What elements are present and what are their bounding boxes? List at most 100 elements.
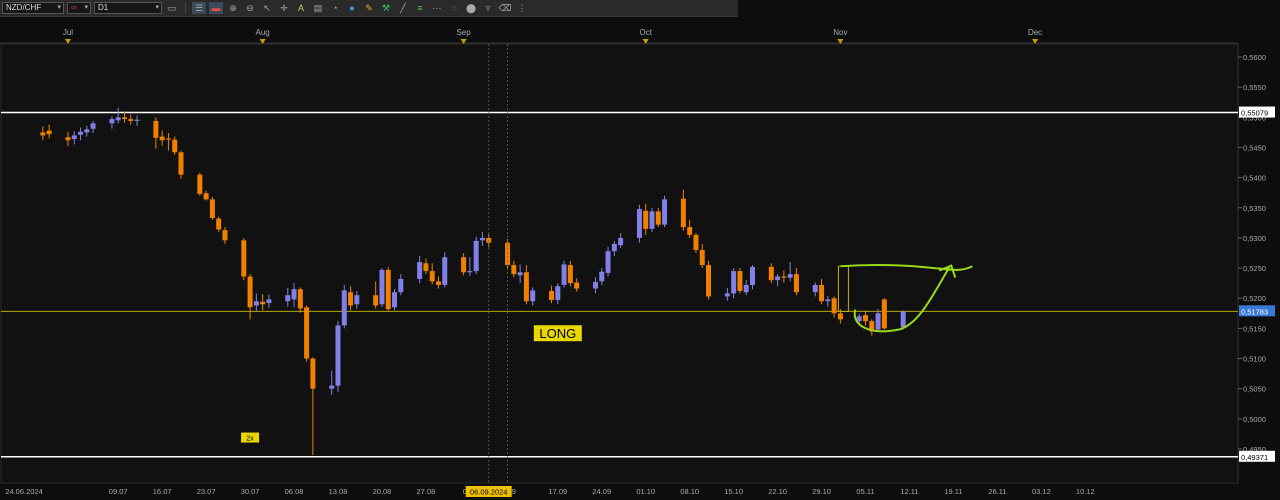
timeframe-select[interactable]: D1 ▾	[94, 2, 162, 14]
toolbar: NZD/CHF ▾ ∞ ▾ D1 ▾ ▭ ☰ ▬ ⊕ ⊖ ↖ ✛ A ▤ ◔ ● ✎ …	[0, 0, 738, 17]
date-tick-label: 15.10	[724, 487, 743, 496]
price-chart[interactable]: 0,56000,55500,55000,54500,54000,53500,53…	[0, 0, 1280, 500]
overflow-icon[interactable]: ⋮	[515, 2, 529, 14]
candle-body	[90, 123, 96, 129]
candle-body	[592, 281, 598, 289]
candle-body	[618, 237, 624, 246]
candle-body	[812, 284, 818, 293]
candle-body	[737, 271, 743, 291]
candle-body	[549, 290, 555, 301]
candle-body	[863, 315, 869, 322]
highlighted-date-label: 06.09.2024	[470, 488, 508, 497]
candle-body	[530, 290, 536, 302]
chart-type-icon[interactable]: ▭	[165, 2, 179, 14]
zoom-out-icon[interactable]: ⊖	[243, 2, 257, 14]
candle-body	[71, 135, 77, 140]
zoom-in-icon[interactable]: ⊕	[226, 2, 240, 14]
candle-body	[655, 211, 661, 225]
date-tick-label: 29.10	[812, 487, 831, 496]
candle-body	[523, 272, 529, 302]
candle-body	[172, 139, 178, 153]
cursor-icon[interactable]: ↖	[260, 2, 274, 14]
candle-body	[260, 301, 266, 305]
candle-body	[724, 293, 730, 297]
plot-area	[0, 43, 1239, 484]
line-icon[interactable]: ╱	[396, 2, 410, 14]
price-tick-label: 0,5000	[1243, 415, 1266, 424]
candle-body	[291, 289, 297, 300]
month-label: Jul	[63, 28, 73, 37]
candle-body	[46, 130, 52, 135]
candle-body	[253, 301, 259, 306]
candle-body	[699, 249, 705, 266]
candle-body	[178, 152, 184, 175]
candle-body	[662, 199, 668, 225]
date-tick-label: 24.09	[592, 487, 611, 496]
candle-body	[787, 274, 793, 278]
comment-icon[interactable]: ▤	[311, 2, 325, 14]
symbol-select-value: NZD/CHF	[6, 3, 42, 12]
candle-body	[555, 286, 561, 301]
candle-body	[84, 129, 90, 133]
candle-body	[599, 271, 605, 282]
candle-body	[134, 119, 140, 121]
timeframe-select-value: D1	[98, 3, 109, 12]
candle-body	[768, 266, 774, 281]
candle-body	[819, 284, 825, 302]
date-tick-label: 06.08	[285, 487, 304, 496]
candle-body	[373, 295, 379, 306]
candle-body	[442, 257, 448, 285]
date-tick-label: 9	[512, 487, 516, 496]
candle-body	[479, 237, 485, 241]
candle-body	[461, 257, 467, 273]
date-tick-label: 12.11	[900, 487, 918, 496]
tools-icon[interactable]: ⚒	[379, 2, 393, 14]
candles-icon[interactable]: ▬	[209, 2, 223, 14]
candle-body	[731, 271, 737, 294]
multiplier-label: 2x	[246, 436, 254, 443]
shape-icon[interactable]: ⬤	[464, 2, 478, 14]
candle-body	[467, 271, 473, 273]
date-tick-label: 24.06.2024	[5, 487, 43, 496]
candle-body	[881, 299, 887, 329]
price-tick-label: 0,5300	[1243, 234, 1266, 243]
candle-body	[687, 227, 693, 235]
price-tick-label: 0,5050	[1243, 385, 1266, 394]
level-price-label: 0,55079	[1241, 109, 1268, 118]
candle-body	[304, 307, 310, 359]
crosshair-icon[interactable]: ✛	[277, 2, 291, 14]
candle-body	[216, 218, 222, 230]
date-tick-label: 26.11	[988, 487, 1006, 496]
candle-body	[109, 119, 115, 124]
circle-icon[interactable]: ●	[345, 2, 359, 14]
candle-body	[749, 266, 755, 285]
long-label: LONG	[539, 326, 576, 341]
price-tick-label: 0,5100	[1243, 355, 1266, 364]
price-tick-label: 0,5400	[1243, 174, 1266, 183]
more-icon[interactable]: ▿	[481, 2, 495, 14]
candle-body	[379, 269, 385, 305]
pencil-icon[interactable]: ✎	[362, 2, 376, 14]
chevron-down-icon: ▾	[57, 4, 61, 11]
price-tick-label: 0,5350	[1243, 204, 1266, 213]
month-label: Dec	[1028, 28, 1042, 37]
candle-body	[247, 276, 253, 308]
ellipse-icon[interactable]: ◌	[447, 2, 461, 14]
candle-body	[636, 208, 642, 238]
channel-icon[interactable]: ≡	[413, 2, 427, 14]
candle-body	[121, 117, 127, 120]
symbol-select[interactable]: NZD/CHF ▾	[2, 2, 64, 14]
candle-body	[856, 316, 862, 322]
eraser-icon[interactable]: ⌫	[498, 2, 512, 14]
text-icon[interactable]: A	[294, 2, 308, 14]
candle-body	[341, 290, 347, 326]
fib-icon[interactable]: ⋯	[430, 2, 444, 14]
bars-icon[interactable]: ☰	[192, 2, 206, 14]
fill-icon[interactable]: ◔	[328, 2, 342, 14]
candle-body	[680, 198, 686, 228]
candle-body	[611, 243, 617, 252]
candle-body	[285, 295, 291, 302]
link-select[interactable]: ∞ ▾	[67, 2, 91, 14]
price-tick-label: 0,5250	[1243, 264, 1266, 273]
candle-body	[222, 230, 228, 241]
